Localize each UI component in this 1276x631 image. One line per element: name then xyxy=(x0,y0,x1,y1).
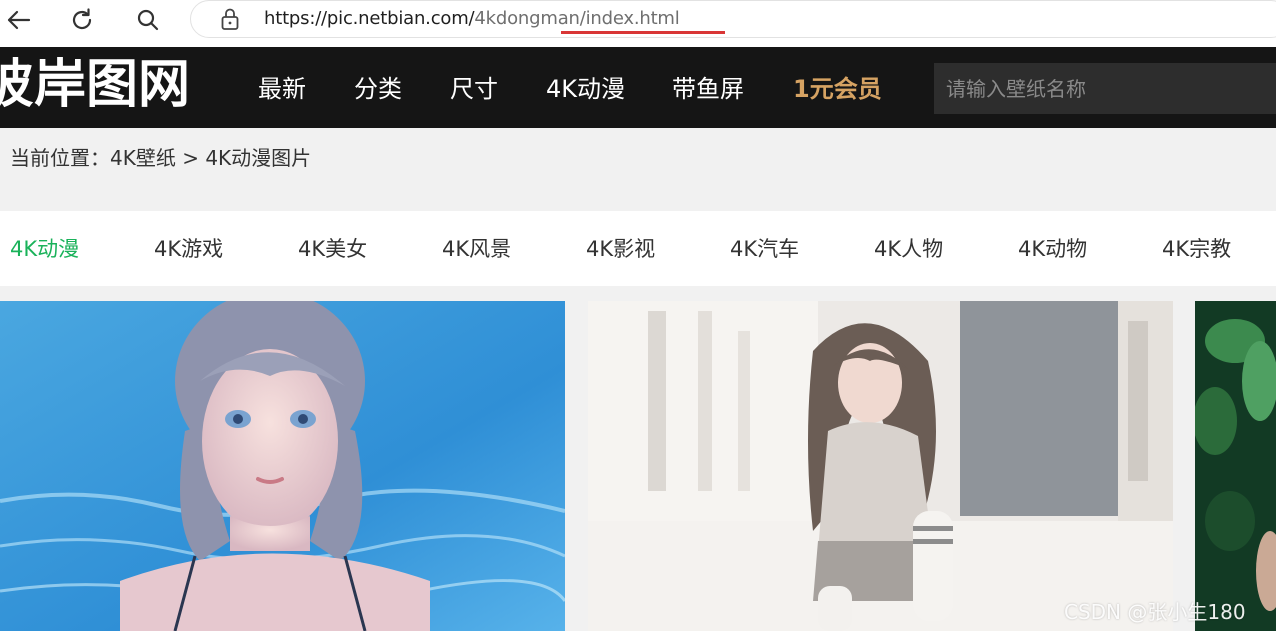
url-highlight-underline xyxy=(561,31,725,34)
reload-icon xyxy=(72,8,92,30)
category-4k-cars[interactable]: 4K汽车 xyxy=(730,236,799,262)
category-4k-film[interactable]: 4K影视 xyxy=(586,236,655,262)
nav-4k-anime[interactable]: 4K动漫 xyxy=(546,74,625,104)
search-icon xyxy=(137,9,159,31)
nav-ultrawide[interactable]: 带鱼屏 xyxy=(672,74,744,104)
search-button[interactable] xyxy=(130,4,166,36)
anime-girl-greenery-image xyxy=(1195,301,1276,631)
nav-categories[interactable]: 分类 xyxy=(354,74,402,104)
url-host: https://pic.netbian.com/ xyxy=(264,8,475,29)
category-4k-games[interactable]: 4K游戏 xyxy=(154,236,223,262)
category-4k-people[interactable]: 4K人物 xyxy=(874,236,943,262)
nav-sizes[interactable]: 尺寸 xyxy=(450,74,498,104)
reload-button[interactable] xyxy=(64,4,100,36)
breadcrumb-link-4k-anime[interactable]: 4K动漫图片 xyxy=(205,146,311,170)
breadcrumb-prefix: 当前位置： xyxy=(10,146,110,170)
wallpaper-thumbnail-3[interactable] xyxy=(1195,301,1276,631)
url-text[interactable]: https://pic.netbian.com/4kdongman/index.… xyxy=(264,7,680,31)
nav-vip[interactable]: 1元会员 xyxy=(793,74,882,104)
browser-toolbar: https://pic.netbian.com/4kdongman/index.… xyxy=(0,0,1276,47)
site-header: 彼岸图网 最新 分类 尺寸 4K动漫 带鱼屏 1元会员 xyxy=(0,47,1276,128)
category-4k-anime[interactable]: 4K动漫 xyxy=(10,236,79,262)
back-arrow-icon xyxy=(7,10,31,30)
lock-icon[interactable] xyxy=(218,6,242,32)
wallpaper-thumbnail-1[interactable] xyxy=(0,301,565,631)
breadcrumb-link-4k-wallpapers[interactable]: 4K壁纸 xyxy=(110,146,176,170)
nav-latest[interactable]: 最新 xyxy=(258,74,306,104)
category-4k-landscape[interactable]: 4K风景 xyxy=(442,236,511,262)
anime-girl-in-water-image xyxy=(0,301,565,631)
back-button[interactable] xyxy=(0,4,36,36)
category-bar: 4K动漫 4K游戏 4K美女 4K风景 4K影视 4K汽车 4K人物 4K动物 … xyxy=(0,211,1276,286)
breadcrumb-separator: > xyxy=(175,146,206,170)
category-4k-religion[interactable]: 4K宗教 xyxy=(1162,236,1231,262)
anime-girl-sitting-room-image xyxy=(588,301,1173,631)
wallpaper-search-input[interactable] xyxy=(934,63,1276,114)
breadcrumb: 当前位置：4K壁纸 > 4K动漫图片 xyxy=(10,145,311,171)
wallpaper-thumbnail-2[interactable] xyxy=(588,301,1173,631)
url-path: 4kdongman/index.html xyxy=(474,8,680,29)
category-4k-beauty[interactable]: 4K美女 xyxy=(298,236,367,262)
site-logo[interactable]: 彼岸图网 xyxy=(0,53,190,117)
category-4k-animals[interactable]: 4K动物 xyxy=(1018,236,1087,262)
csdn-watermark: CSDN @张小生180 xyxy=(1064,600,1246,624)
